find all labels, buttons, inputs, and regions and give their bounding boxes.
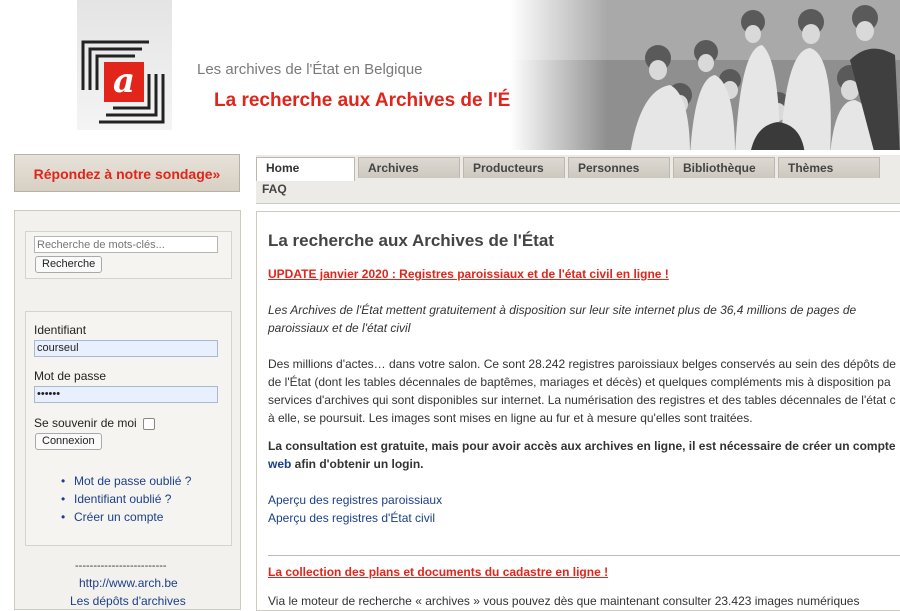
logo-letter: a: [113, 61, 135, 101]
page-title: La recherche aux Archives de l'État: [268, 231, 554, 250]
consult-rest: afin d'obtenir un login.: [291, 457, 424, 471]
cadastre-text: Via le moteur de recherche « archives » …: [268, 594, 860, 608]
main-content: La recherche aux Archives de l'État UPDA…: [256, 211, 900, 611]
account-links: Mot de passe oublié ? Identifiant oublié…: [61, 474, 191, 528]
create-account-link[interactable]: Créer un compte: [61, 510, 191, 528]
update-link[interactable]: UPDATE janvier 2020 : Registres paroissi…: [268, 267, 669, 281]
survey-button[interactable]: Répondez à notre sondage»: [14, 154, 240, 192]
forgot-password-link[interactable]: Mot de passe oublié ?: [61, 474, 191, 492]
connexion-button[interactable]: Connexion: [35, 433, 102, 450]
identifiant-field[interactable]: courseul: [34, 340, 218, 357]
site-subtitle: Les archives de l'État en Belgique: [197, 61, 423, 78]
tab-themes[interactable]: Thèmes: [778, 157, 880, 178]
apercu-etat-civil-link[interactable]: Aperçu des registres d'État civil: [268, 509, 900, 527]
logo-area: a: [77, 0, 172, 130]
web-link[interactable]: web: [268, 457, 291, 471]
tab-producteurs[interactable]: Producteurs: [463, 157, 565, 178]
consult-line-1: La consultation est gratuite, mais pour …: [268, 439, 896, 453]
body-line: services d'archives qui sont disponibles…: [268, 393, 896, 407]
historic-photo: [510, 0, 900, 150]
search-input[interactable]: [34, 236, 218, 253]
separator: -------------------------: [75, 560, 167, 572]
archives-logo[interactable]: a: [79, 38, 169, 128]
main-tabs: Home Archives Producteurs Personnes Bibl…: [256, 155, 900, 204]
remember-checkbox[interactable]: [143, 418, 155, 430]
forgot-id-link[interactable]: Identifiant oublié ?: [61, 492, 191, 510]
depots-link[interactable]: Les dépôts d'archives: [70, 594, 186, 608]
password-label: Mot de passe: [34, 369, 107, 383]
apercu-paroissiaux-link[interactable]: Aperçu des registres paroissiaux: [268, 491, 900, 509]
intro-line-1: Les Archives de l'État mettent gratuitem…: [268, 303, 857, 317]
search-button[interactable]: Recherche: [35, 256, 103, 273]
header: a Les archives de l'État en Belgique La …: [0, 0, 900, 150]
body-line: à elle, se poursuit. Les images sont mis…: [268, 411, 753, 425]
sidebar: Recherche Identifiant courseul Mot de pa…: [14, 210, 241, 610]
body-line: Des millions d'actes… dans votre salon. …: [268, 357, 896, 371]
arch-be-link[interactable]: http://www.arch.be: [79, 576, 178, 590]
search-box: Recherche: [25, 231, 232, 279]
tab-bibliotheque[interactable]: Bibliothèque: [673, 157, 775, 178]
tab-personnes[interactable]: Personnes: [568, 157, 670, 178]
remember-label: Se souvenir de moi: [34, 416, 137, 430]
password-field[interactable]: ••••••: [34, 386, 218, 403]
intro-line-2: paroissiaux et de l'état civil: [268, 321, 411, 335]
identifiant-label: Identifiant: [34, 323, 87, 337]
consult-line-2: web afin d'obtenir un login.: [268, 455, 900, 473]
divider: [268, 555, 900, 556]
login-box: Identifiant courseul Mot de passe ••••••…: [25, 311, 232, 546]
tab-faq[interactable]: FAQ: [262, 182, 287, 196]
body-line: de l'État (dont les tables décennales de…: [268, 375, 891, 389]
tab-archives[interactable]: Archives: [358, 157, 460, 178]
cadastre-link[interactable]: La collection des plans et documents du …: [268, 565, 608, 579]
tab-home[interactable]: Home: [256, 157, 355, 181]
site-title: La recherche aux Archives de l'État: [214, 90, 534, 111]
